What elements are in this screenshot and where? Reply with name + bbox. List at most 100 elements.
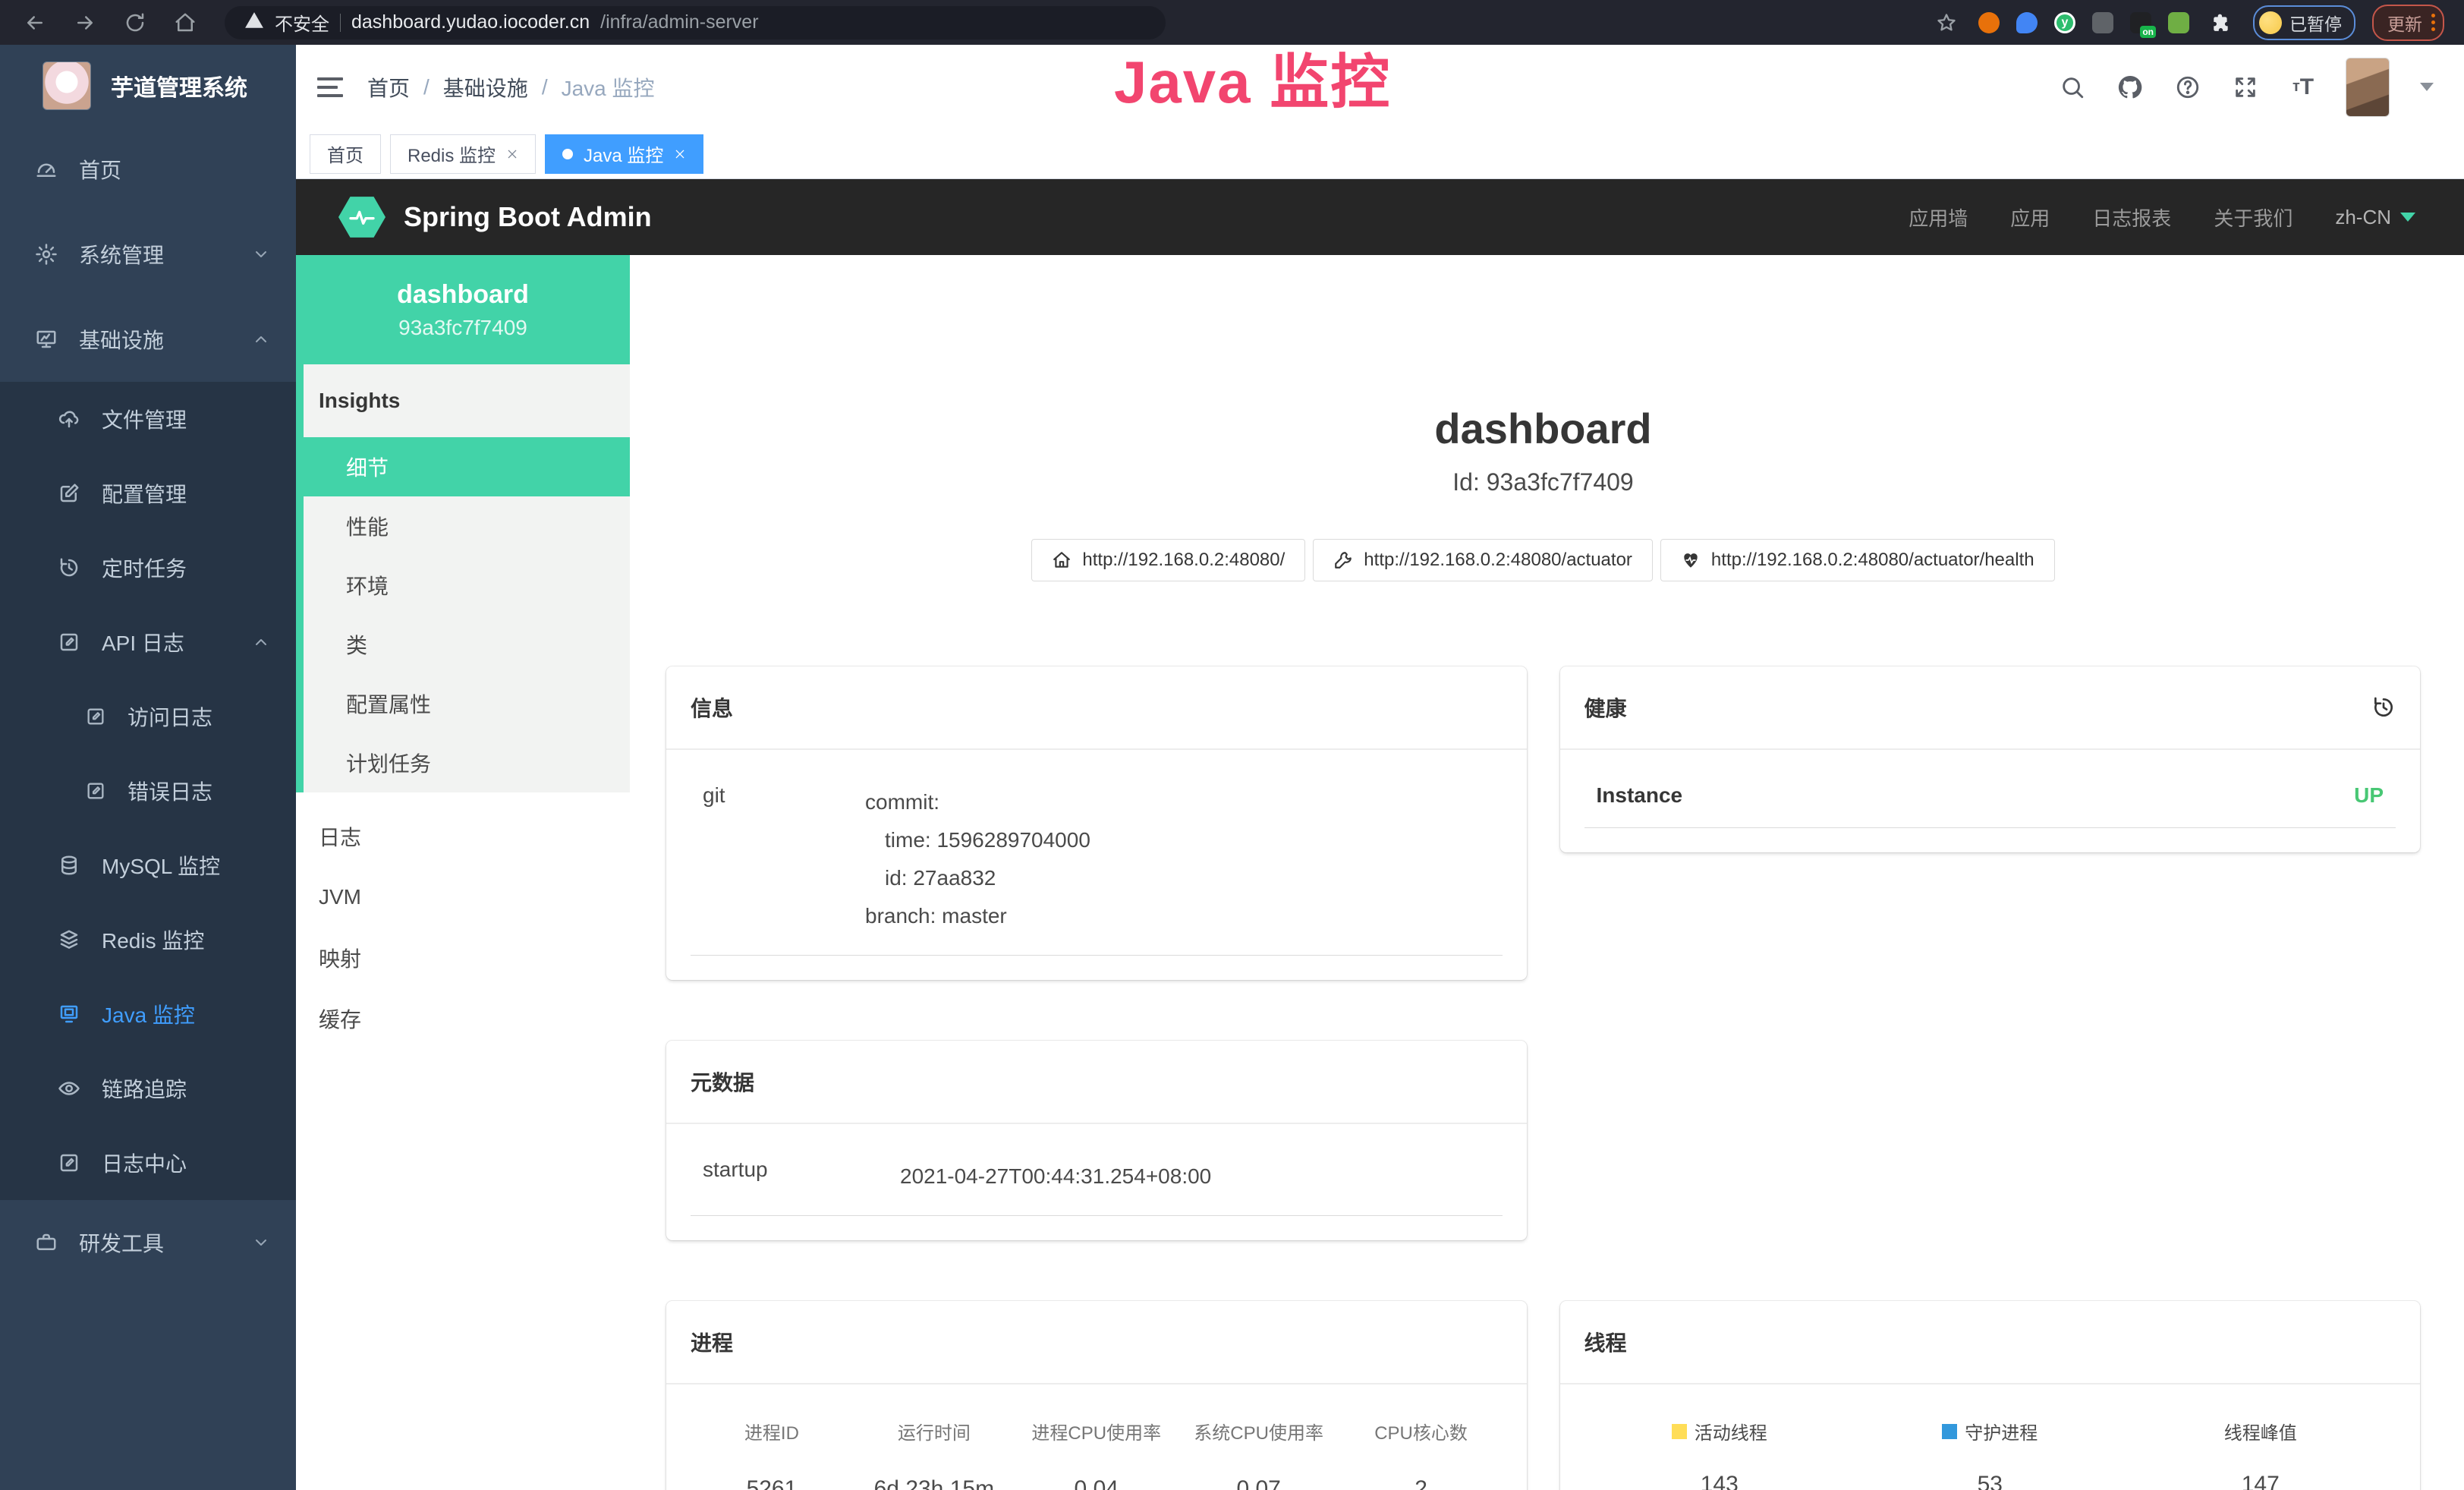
close-icon[interactable] <box>506 148 518 160</box>
sba-nav-applications[interactable]: 应用 <box>2010 203 2050 232</box>
sidebar-item-java-monitor[interactable]: Java 监控 <box>0 977 296 1051</box>
sba-item-config-props[interactable]: 配置属性 <box>304 674 630 733</box>
sba-item-environment[interactable]: 环境 <box>304 556 630 615</box>
sba-item-mappings[interactable]: 映射 <box>296 928 630 988</box>
sba-item-logs[interactable]: 日志 <box>296 806 630 867</box>
layers-icon <box>58 928 80 951</box>
back-icon[interactable] <box>20 8 50 38</box>
breadcrumb-infrastructure[interactable]: 基础设施 <box>443 72 528 102</box>
bookmark-star-icon[interactable] <box>1931 8 1962 38</box>
sba-item-metrics[interactable]: 性能 <box>304 496 630 556</box>
sidebar-item-access-log[interactable]: 访问日志 <box>0 679 296 754</box>
sidebar-item-label: 研发工具 <box>79 1227 164 1258</box>
sidebar-item-system[interactable]: 系统管理 <box>0 212 296 297</box>
reload-icon[interactable] <box>120 8 150 38</box>
help-icon[interactable] <box>2173 72 2203 102</box>
instance-block[interactable]: dashboard 93a3fc7f7409 <box>296 255 630 364</box>
sidebar-item-files[interactable]: 文件管理 <box>0 382 296 456</box>
security-label[interactable]: 不安全 <box>275 9 329 36</box>
update-button[interactable]: 更新 <box>2372 5 2444 41</box>
sidebar-item-infrastructure[interactable]: 基础设施 <box>0 297 296 382</box>
tab-label: Redis 监控 <box>408 140 496 167</box>
sidebar-item-error-log[interactable]: 错误日志 <box>0 754 296 828</box>
chevron-down-icon <box>252 1233 270 1252</box>
tab-redis-monitor[interactable]: Redis 监控 <box>390 134 536 174</box>
page-subtitle: Id: 93a3fc7f7409 <box>666 468 2420 496</box>
sba-item-classes[interactable]: 类 <box>304 615 630 674</box>
sba-item-scheduled-tasks[interactable]: 计划任务 <box>304 733 630 792</box>
leaf-extension-icon[interactable] <box>2168 12 2189 33</box>
process-col-process-cpu: 进程CPU使用率 <box>1015 1418 1178 1444</box>
extensions-puzzle-icon[interactable] <box>2206 8 2236 38</box>
service-url-button[interactable]: http://192.168.0.2:48080/ <box>1031 539 1305 581</box>
actuator-url-button[interactable]: http://192.168.0.2:48080/actuator <box>1313 539 1653 581</box>
app-logo-row[interactable]: 芋道管理系统 <box>0 45 296 127</box>
divider <box>340 14 341 32</box>
sba-nav-wallboard[interactable]: 应用墙 <box>1909 203 1968 232</box>
status-badge: UP <box>2354 783 2396 808</box>
process-col-pid: 进程ID <box>691 1418 853 1444</box>
sba-nav-about[interactable]: 关于我们 <box>2214 203 2292 232</box>
screenshot-annotation: Java 监控 <box>1114 35 1391 120</box>
update-label: 更新 <box>2387 10 2422 36</box>
sidebar-item-home[interactable]: 首页 <box>0 127 296 212</box>
threads-card: 线程 活动线程 守护进程 线程峰值 143 53 147 140 <box>1560 1301 2421 1490</box>
sidebar-item-tracing[interactable]: 链路追踪 <box>0 1051 296 1126</box>
log-edit-icon <box>58 1151 80 1174</box>
close-icon[interactable] <box>674 148 686 160</box>
forward-icon[interactable] <box>70 8 100 38</box>
git-branch-line: branch: master <box>865 897 1503 935</box>
address-bar[interactable]: 不安全 dashboard.yudao.iocoder.cn/infra/adm… <box>225 6 1166 39</box>
sba-logo-icon[interactable] <box>338 196 385 238</box>
switch-extension-icon[interactable]: on <box>2130 12 2151 33</box>
sba-brand-title[interactable]: Spring Boot Admin <box>404 201 652 233</box>
paused-badge[interactable]: 已暂停 <box>2253 5 2355 40</box>
sba-header: Spring Boot Admin 应用墙 应用 日志报表 关于我们 zh-CN <box>296 179 2464 255</box>
breadcrumb-home[interactable]: 首页 <box>367 72 410 102</box>
threads-card-title: 线程 <box>1584 1327 1627 1357</box>
cpu-cores-value: 2 <box>1340 1476 1503 1490</box>
sba-nav-journal[interactable]: 日志报表 <box>2092 203 2171 232</box>
process-card: 进程 进程ID 运行时间 进程CPU使用率 系统CPU使用率 CPU核心数 52… <box>666 1301 1527 1490</box>
sidebar-item-dev-tools[interactable]: 研发工具 <box>0 1200 296 1285</box>
browser-menu-dots-icon[interactable] <box>2431 14 2435 31</box>
locale-selector[interactable]: zh-CN <box>2335 206 2415 229</box>
url-domain[interactable]: dashboard.yudao.iocoder.cn <box>351 11 590 33</box>
sba-item-jvm[interactable]: JVM <box>296 867 630 928</box>
extension-icon[interactable] <box>1978 12 2000 33</box>
sidebar-item-jobs[interactable]: 定时任务 <box>0 531 296 605</box>
fullscreen-icon[interactable] <box>2230 72 2261 102</box>
insights-section-title: Insights <box>304 364 630 437</box>
sba-item-details[interactable]: 细节 <box>304 437 630 496</box>
health-url-button[interactable]: http://192.168.0.2:48080/actuator/health <box>1660 539 2055 581</box>
font-size-icon[interactable]: тT <box>2288 72 2318 102</box>
history-icon[interactable] <box>2371 695 2396 720</box>
home-icon[interactable] <box>170 8 200 38</box>
history-icon <box>58 556 80 579</box>
tab-java-monitor[interactable]: Java 监控 <box>545 134 703 174</box>
sidebar-item-mysql-monitor[interactable]: MySQL 监控 <box>0 828 296 903</box>
search-icon[interactable] <box>2057 72 2088 102</box>
grid-extension-icon[interactable] <box>2092 12 2113 33</box>
sba-item-caches[interactable]: 缓存 <box>296 988 630 1049</box>
sidebar-item-api-log[interactable]: API 日志 <box>0 605 296 679</box>
sidebar-item-config[interactable]: 配置管理 <box>0 456 296 531</box>
hamburger-icon[interactable] <box>317 77 343 97</box>
user-avatar[interactable] <box>2346 58 2390 117</box>
info-card: 信息 git commit: time: 1596289704000 id: 2… <box>666 666 1527 980</box>
daemon-threads-value: 53 <box>1855 1472 2126 1490</box>
sidebar-item-log-center[interactable]: 日志中心 <box>0 1126 296 1200</box>
github-icon[interactable] <box>2115 72 2145 102</box>
screen-icon <box>58 1003 80 1025</box>
user-menu-caret-icon[interactable] <box>2420 83 2434 91</box>
url-path[interactable]: /infra/admin-server <box>600 11 758 33</box>
info-card-title: 信息 <box>691 692 733 723</box>
process-col-cpus: CPU核心数 <box>1340 1418 1503 1444</box>
green-extension-icon[interactable]: y <box>2054 12 2075 33</box>
chevron-up-icon <box>252 330 270 348</box>
spring-boot-admin-frame: Spring Boot Admin 应用墙 应用 日志报表 关于我们 zh-CN… <box>296 179 2464 1490</box>
sidebar-item-redis-monitor[interactable]: Redis 监控 <box>0 903 296 977</box>
pin-extension-icon[interactable] <box>2016 12 2038 33</box>
active-dot-icon <box>562 149 573 159</box>
tab-home[interactable]: 首页 <box>310 134 381 174</box>
